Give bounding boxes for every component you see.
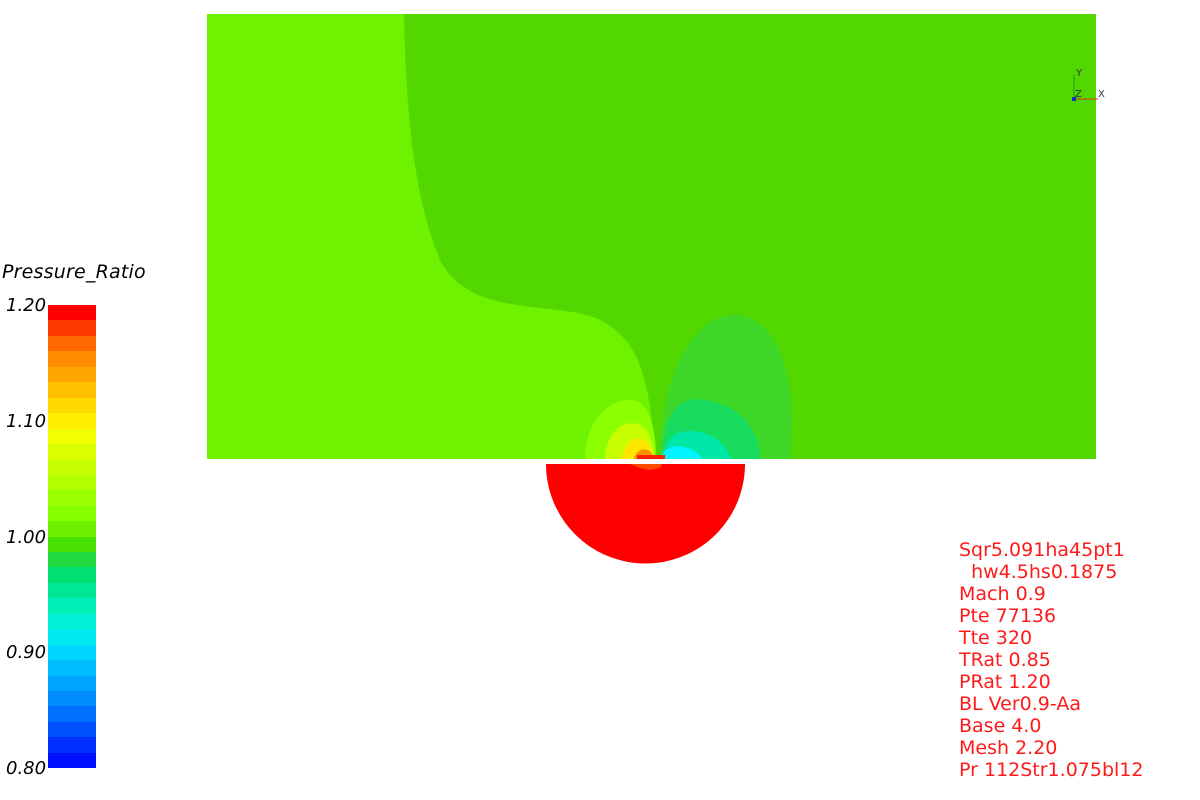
case-parameter-line: Pr 112Str1.075bl12 — [959, 759, 1144, 781]
color-bar-band — [48, 459, 96, 475]
case-parameter-line: Mesh 2.20 — [959, 737, 1058, 759]
color-bar — [48, 305, 96, 769]
color-bar-band — [48, 351, 96, 367]
legend-tick-0-80: 0.80 — [6, 758, 47, 779]
case-parameter-line: TRat 0.85 — [959, 649, 1051, 671]
color-bar-band — [48, 752, 96, 769]
color-bar-band — [48, 521, 96, 537]
color-bar-band — [48, 366, 96, 383]
color-bar-band — [48, 490, 96, 506]
color-bar-band — [48, 613, 96, 630]
color-bar-band — [48, 582, 96, 599]
color-bar-band — [48, 675, 96, 691]
color-bar-band — [48, 382, 96, 398]
case-parameters-annotation: Sqr5.091ha45pt1 hw4.5hs0.1875 Mach 0.9 Pte… — [959, 539, 1143, 781]
color-bar-band — [48, 644, 96, 661]
color-bar-band — [48, 397, 96, 414]
color-bar-band — [48, 629, 96, 645]
color-bar-band — [48, 305, 96, 321]
color-bar-band — [48, 335, 96, 352]
color-bar-band — [48, 567, 96, 583]
plenum-semicircle — [546, 464, 745, 564]
color-bar-band — [48, 706, 96, 722]
jet-exit — [637, 455, 665, 459]
color-bar-band — [48, 474, 96, 491]
color-bar-band — [48, 413, 96, 429]
case-parameter-line: hw4.5hs0.1875 — [959, 561, 1118, 583]
color-bar-band — [48, 552, 96, 568]
legend-tick-1-20: 1.20 — [6, 295, 47, 316]
case-parameter-line: Tte 320 — [959, 627, 1033, 649]
color-bar-band — [48, 598, 96, 614]
color-bar-band — [48, 737, 96, 753]
flow-domain — [207, 14, 1096, 459]
case-parameter-line: PRat 1.20 — [959, 671, 1051, 693]
color-bar-band — [48, 505, 96, 522]
legend-title: Pressure_Ratio — [2, 261, 146, 283]
case-parameter-line: Mach 0.9 — [959, 583, 1046, 605]
case-parameter-line: Sqr5.091ha45pt1 — [959, 539, 1125, 561]
axis-z-label: Z — [1075, 89, 1082, 100]
color-bar-band — [48, 428, 96, 444]
case-parameter-line: BL Ver0.9-Aa — [959, 693, 1081, 715]
case-parameter-line: Base 4.0 — [959, 715, 1042, 737]
color-bar-band — [48, 320, 96, 336]
case-parameter-line: Pte 77136 — [959, 605, 1057, 627]
color-bar-band — [48, 690, 96, 707]
color-bar-band — [48, 443, 96, 460]
legend-tick-0-90: 0.90 — [6, 642, 47, 663]
color-bar-band — [48, 536, 96, 552]
legend-tick-1-00: 1.00 — [6, 527, 47, 548]
axis-y-label: Y — [1075, 68, 1083, 79]
color-bar-band — [48, 660, 96, 676]
visualization-viewport[interactable]: Y Z X Pressure_Ratio 1.20 1.10 1.00 0.90… — [0, 0, 1200, 800]
axis-x-label: X — [1098, 89, 1105, 100]
legend-tick-1-10: 1.10 — [6, 411, 47, 432]
color-bar-band — [48, 721, 96, 738]
